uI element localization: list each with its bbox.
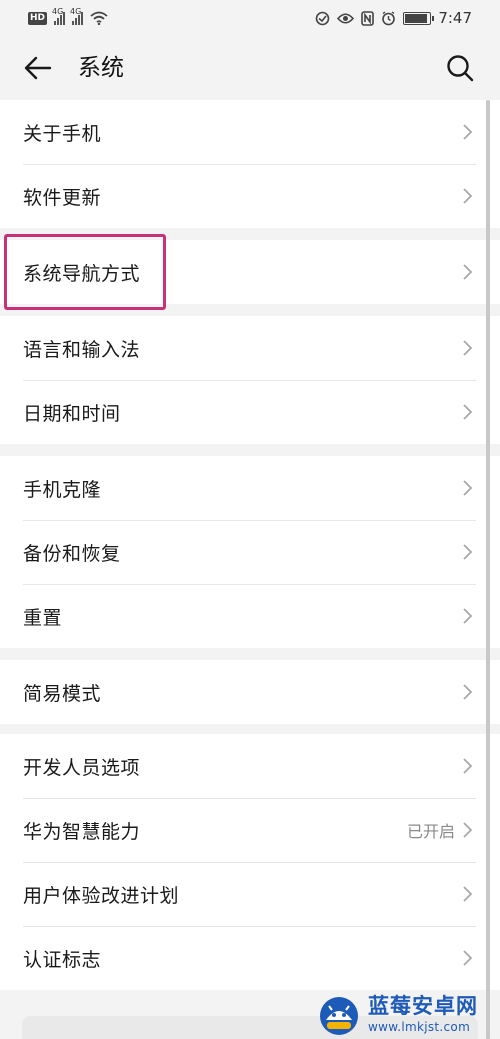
settings-item-label: 软件更新 [23,186,102,209]
search-icon [447,55,474,82]
scrollbar[interactable] [486,100,490,1039]
settings-item-date-time[interactable]: 日期和时间 [0,380,500,444]
eye-icon [337,12,355,24]
settings-item-label: 用户体验改进计划 [23,884,180,907]
settings-item-reset[interactable]: 重置 [0,584,500,648]
settings-item-certification[interactable]: 认证标志 [0,926,500,990]
wifi-icon [90,11,108,25]
settings-item-label: 日期和时间 [23,402,121,425]
nfc-icon [361,10,375,26]
settings-item-label: 华为智慧能力 [23,820,141,843]
settings-item-huawei-ai[interactable]: 华为智慧能力 已开启 [0,798,500,862]
chevron-right-icon [463,950,473,966]
watermark-brand: 蓝莓安卓网 [368,994,478,1018]
chevron-right-icon [463,886,473,902]
settings-system-screen: HD 4G 4G 7:47 系统 关于手机 软件更新 系统导航方式 语言和输入法… [0,0,500,1039]
settings-item-language-input[interactable]: 语言和输入法 [0,316,500,380]
battery-icon [403,11,435,25]
watermark-url: www.lmkjst.com [368,1020,471,1034]
settings-item-phone-clone[interactable]: 手机克隆 [0,456,500,520]
settings-item-label: 开发人员选项 [23,756,141,779]
chevron-right-icon [463,188,473,204]
settings-group: 关于手机 软件更新 [0,100,500,228]
signal-icon: 4G [70,7,84,25]
settings-group: 语言和输入法 日期和时间 [0,316,500,444]
back-button[interactable] [22,52,54,84]
eye-comfort-icon [316,11,330,25]
settings-item-label: 语言和输入法 [23,338,141,361]
watermark: 蓝莓安卓网 www.lmkjst.com [312,990,500,1039]
network-type-label: 4G [70,7,82,16]
settings-item-about-phone[interactable]: 关于手机 [0,100,500,164]
chevron-right-icon [463,684,473,700]
search-button[interactable] [444,52,476,84]
settings-item-simple-mode[interactable]: 简易模式 [0,660,500,724]
status-right: 7:47 [315,9,472,27]
android-logo-icon [320,996,358,1035]
chevron-right-icon [463,124,473,140]
page-title: 系统 [78,55,124,81]
hd-badge: HD [28,11,48,25]
settings-group: 手机克隆 备份和恢复 重置 [0,456,500,648]
chevron-right-icon [463,544,473,560]
alarm-icon [382,10,396,25]
settings-item-label: 重置 [23,606,63,629]
settings-item-system-navigation[interactable]: 系统导航方式 [0,240,500,304]
settings-item-developer-options[interactable]: 开发人员选项 [0,734,500,798]
status-left: HD 4G 4G [28,7,108,25]
settings-item-software-update[interactable]: 软件更新 [0,164,500,228]
chevron-right-icon [463,822,473,838]
chevron-right-icon [463,340,473,356]
battery-level-fill [405,13,428,23]
settings-group: 系统导航方式 [0,240,500,304]
settings-group: 简易模式 [0,660,500,724]
settings-group: 开发人员选项 华为智慧能力 已开启 用户体验改进计划 认证标志 [0,734,500,990]
signal-icon: 4G [52,7,66,25]
watermark-text: 蓝莓安卓网 www.lmkjst.com [368,994,478,1034]
network-type-label: 4G [52,7,64,16]
settings-item-label: 备份和恢复 [23,542,121,565]
chevron-right-icon [463,758,473,774]
chevron-right-icon [463,264,473,280]
clock: 7:47 [438,9,472,27]
settings-item-backup-restore[interactable]: 备份和恢复 [0,520,500,584]
chevron-right-icon [463,404,473,420]
app-header: 系统 [0,36,500,100]
settings-item-label: 认证标志 [23,948,102,971]
status-value: 已开启 [406,822,455,841]
chevron-right-icon [463,608,473,624]
settings-item-label: 手机克隆 [23,478,102,501]
settings-item-user-experience[interactable]: 用户体验改进计划 [0,862,500,926]
status-bar: HD 4G 4G 7:47 [0,0,500,36]
chevron-right-icon [463,480,473,496]
settings-item-label: 简易模式 [23,682,102,705]
arrow-left-icon [24,56,52,80]
settings-item-label: 系统导航方式 [23,262,141,285]
settings-item-label: 关于手机 [23,122,102,145]
